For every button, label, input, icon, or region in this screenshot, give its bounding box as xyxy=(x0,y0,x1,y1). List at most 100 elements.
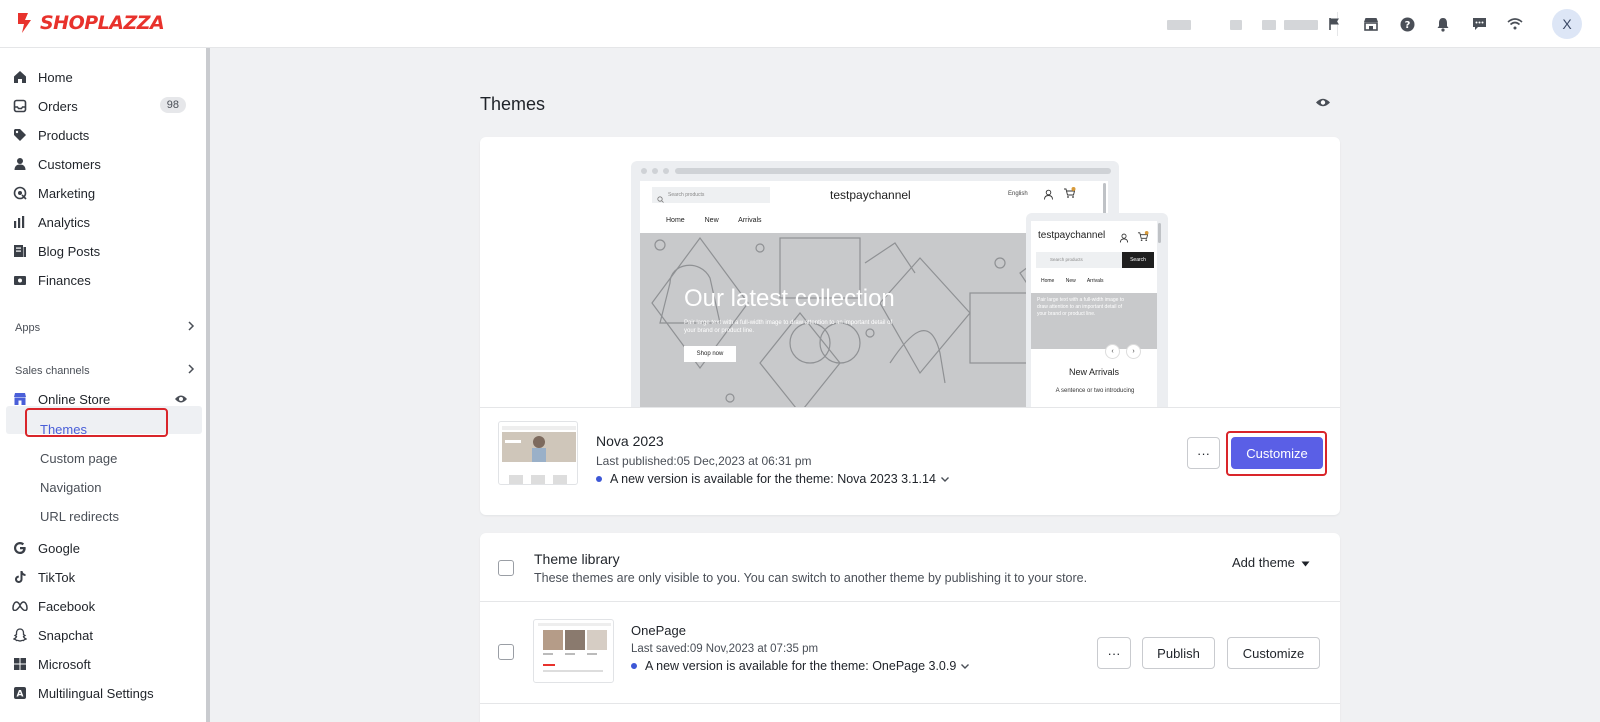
sidebar-item-google[interactable]: Google xyxy=(12,534,198,562)
apps-label: Apps xyxy=(15,322,41,334)
sidebar-item-finances[interactable]: Finances xyxy=(12,266,198,294)
sidebar-item-marketing[interactable]: Marketing xyxy=(12,179,198,207)
sidebar-apps[interactable]: Apps xyxy=(15,318,195,338)
shoplazza-logo-icon xyxy=(18,13,31,33)
theme-row-checkbox[interactable] xyxy=(498,644,514,660)
home-icon xyxy=(12,69,28,85)
sidebar-item-label: Snapchat xyxy=(38,627,93,643)
sidebar-item-facebook[interactable]: Facebook xyxy=(12,592,198,620)
shoplazza-logo[interactable]: SHOPLAZZA xyxy=(14,11,165,35)
theme-version-notice[interactable]: A new version is available for the theme… xyxy=(631,659,970,673)
bell-icon[interactable] xyxy=(1430,12,1456,36)
eye-icon[interactable] xyxy=(174,392,188,407)
theme-more-actions-button[interactable]: ··· xyxy=(1097,637,1131,669)
chevron-right-icon: › xyxy=(1126,344,1141,359)
marketing-icon xyxy=(12,185,28,201)
orders-count-badge: 98 xyxy=(159,97,186,113)
blurred-store-info xyxy=(1284,20,1318,30)
theme-preview[interactable]: Search products testpaychannel English H… xyxy=(480,137,1340,408)
mobile-hero: Pair large text with a full-width image … xyxy=(1031,293,1157,349)
sidebar-item-label: Marketing xyxy=(38,185,96,201)
sidebar-sales-channels[interactable]: Sales channels xyxy=(15,361,195,381)
more-actions-button[interactable]: ··· xyxy=(1187,437,1220,469)
mobile-page: testpaychannel Search products Search Ho… xyxy=(1031,221,1157,407)
chevron-left-icon: ‹ xyxy=(1105,344,1120,359)
sidebar-item-label: Analytics xyxy=(38,214,91,230)
select-all-checkbox[interactable] xyxy=(498,560,514,576)
sidebar-item-blog-posts[interactable]: Blog Posts xyxy=(12,237,198,265)
meta-icon xyxy=(12,598,28,614)
current-theme-name: Nova 2023 xyxy=(596,433,664,449)
mobile-search: Search products xyxy=(1036,252,1122,268)
sidebar-item-orders[interactable]: Orders 98 xyxy=(12,92,198,120)
preview-search: Search products xyxy=(652,187,770,203)
mobile-hero-text: Pair large text with a full-width image … xyxy=(1037,297,1124,317)
cart-icon xyxy=(1063,187,1076,202)
sidebar-item-label: Customers xyxy=(38,156,101,172)
svg-text:?: ? xyxy=(1404,20,1410,31)
preview-nav: Home New Arrivals xyxy=(666,217,762,224)
top-bar: SHOPLAZZA ? X xyxy=(0,0,1600,48)
user-icon xyxy=(1043,188,1054,203)
sidebar-item-tiktok[interactable]: TikTok xyxy=(12,563,198,591)
help-icon[interactable]: ? xyxy=(1394,12,1420,36)
tag-icon xyxy=(12,127,28,143)
row-divider xyxy=(480,703,1340,704)
blurred-store-info xyxy=(1167,20,1191,30)
theme-library-description: These themes are only visible to you. Yo… xyxy=(534,571,1088,585)
sidebar-item-multilingual-settings[interactable]: A Multilingual Settings xyxy=(12,679,198,707)
translate-icon: A xyxy=(12,685,28,701)
sidebar-item-snapchat[interactable]: Snapchat xyxy=(12,621,198,649)
chevron-down-icon xyxy=(960,659,970,673)
grid-icon xyxy=(12,656,28,672)
sidebar-item-analytics[interactable]: Analytics xyxy=(12,208,198,236)
sidebar-item-label: Multilingual Settings xyxy=(38,685,154,701)
mobile-section-title: New Arrivals xyxy=(1068,367,1119,377)
sidebar-subitem-custom-page[interactable]: Custom page xyxy=(40,446,117,470)
sales-channels-label: Sales channels xyxy=(15,365,90,377)
current-theme-version-notice[interactable]: A new version is available for the theme… xyxy=(596,472,950,486)
sidebar-item-label: Finances xyxy=(38,272,91,288)
address-bar xyxy=(675,168,1111,174)
avatar[interactable]: X xyxy=(1552,9,1582,39)
svg-text:A: A xyxy=(17,690,24,700)
sidebar-subitem-url-redirects[interactable]: URL redirects xyxy=(40,504,119,528)
mobile-search-button: Search xyxy=(1122,252,1154,268)
current-theme-card: Search products testpaychannel English H… xyxy=(480,137,1340,515)
mobile-nav: Home New Arrivals xyxy=(1041,278,1104,284)
sidebar-subitem-navigation[interactable]: Navigation xyxy=(40,475,101,499)
google-icon xyxy=(12,540,28,556)
theme-customize-button[interactable]: Customize xyxy=(1227,637,1320,669)
sidebar-item-products[interactable]: Products xyxy=(12,121,198,149)
blurred-store-info xyxy=(1262,20,1276,30)
add-theme-button[interactable]: Add theme xyxy=(1232,555,1310,570)
mobile-preview: testpaychannel Search products Search Ho… xyxy=(1026,213,1168,407)
person-icon xyxy=(12,156,28,172)
hero-subtitle: Pair large text with a full-width image … xyxy=(684,320,893,334)
sidebar-item-microsoft[interactable]: Microsoft xyxy=(12,650,198,678)
store-icon[interactable] xyxy=(1358,12,1384,36)
caret-down-icon xyxy=(1301,555,1310,570)
sidebar-item-label: Online Store xyxy=(38,391,111,407)
preview-store-name: testpaychannel xyxy=(830,188,911,202)
flag-icon[interactable] xyxy=(1322,12,1348,36)
chevron-right-icon xyxy=(187,320,195,335)
chat-icon[interactable] xyxy=(1466,12,1492,36)
finance-icon xyxy=(12,272,28,288)
blog-icon xyxy=(12,243,28,259)
mobile-slider-arrows: ‹ › xyxy=(1105,344,1141,359)
onepage-thumbnail xyxy=(533,619,614,683)
mobile-scrollbar xyxy=(1158,223,1161,243)
publish-button[interactable]: Publish xyxy=(1142,637,1215,669)
sidebar-item-home[interactable]: Home xyxy=(12,63,198,91)
wifi-icon[interactable] xyxy=(1502,12,1528,36)
theme-saved-date: Last saved:09 Nov,2023 at 07:35 pm xyxy=(631,643,819,655)
cart-icon xyxy=(1137,230,1149,245)
sidebar-scrollbar[interactable] xyxy=(206,48,210,722)
tiktok-icon xyxy=(12,569,28,585)
sidebar-item-customers[interactable]: Customers xyxy=(12,150,198,178)
status-dot xyxy=(631,663,637,669)
eye-icon[interactable] xyxy=(1315,96,1331,111)
blurred-store-info xyxy=(1230,20,1242,30)
chevron-down-icon xyxy=(940,472,950,486)
